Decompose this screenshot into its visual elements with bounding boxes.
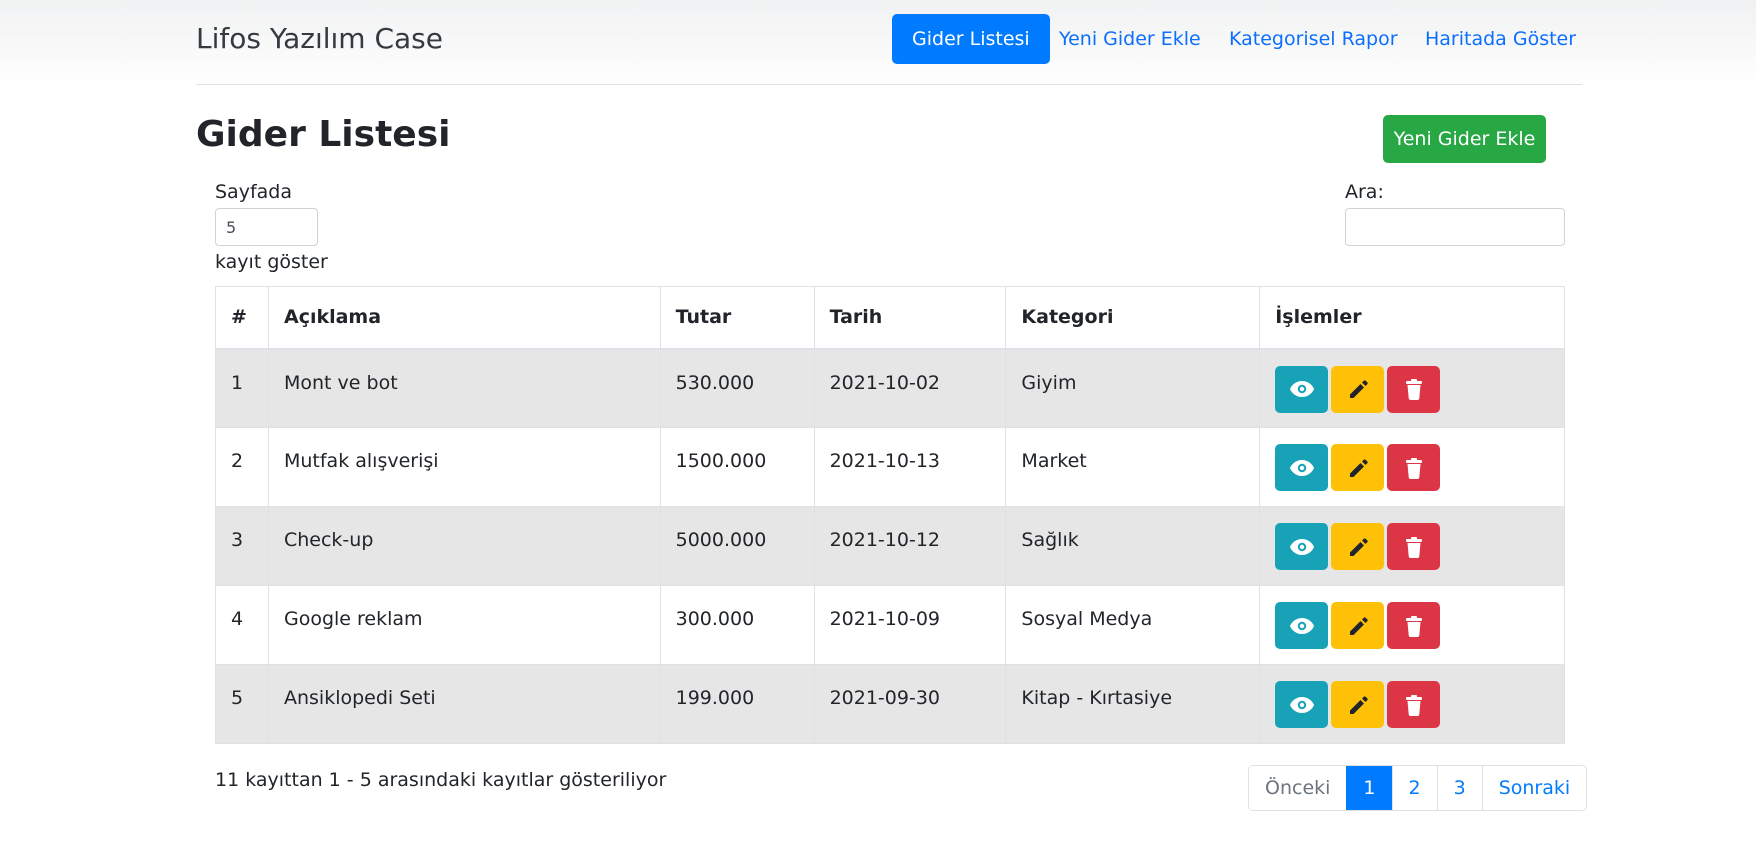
header-date[interactable]: Tarih (813, 286, 1007, 350)
table-body: 1 Mont ve bot 530.000 2021-10-02 Giyim 2 Mutfa… (215, 348, 1565, 744)
cell-description: Mont ve bot (267, 348, 661, 428)
cell-no: 3 (215, 506, 269, 586)
cell-description: Google reklam (267, 585, 661, 665)
pagination: Önceki 1 2 3 Sonraki (1248, 765, 1588, 811)
cell-actions (1259, 427, 1565, 507)
header-no[interactable]: # (215, 286, 269, 350)
delete-button[interactable] (1387, 365, 1441, 413)
table-row: 3 Check-up 5000.000 2021-10-12 Sağlık (215, 506, 1565, 586)
cell-description: Ansiklopedi Seti (267, 664, 661, 744)
table-info: 11 kayıttan 1 - 5 arasındaki kayıtlar gö… (215, 769, 667, 791)
nav-yeni-gider-ekle[interactable]: Yeni Gider Ekle (1039, 14, 1221, 64)
cell-category: Market (1005, 427, 1261, 507)
cell-no: 5 (215, 664, 269, 744)
cell-amount: 199.000 (659, 664, 815, 744)
delete-button[interactable] (1387, 444, 1441, 491)
cell-date: 2021-09-30 (813, 664, 1007, 744)
header-actions: İşlemler (1259, 286, 1565, 350)
cell-category: Sosyal Medya (1005, 585, 1261, 665)
cell-date: 2021-10-13 (813, 427, 1007, 507)
cell-category: Sağlık (1005, 506, 1261, 586)
expense-table: # Açıklama Tutar Tarih Kategori İşlemler… (215, 286, 1565, 744)
edit-button[interactable] (1331, 602, 1385, 649)
search-input[interactable] (1345, 208, 1565, 246)
cell-actions (1259, 348, 1565, 428)
cell-amount: 5000.000 (659, 506, 815, 586)
view-button[interactable] (1275, 523, 1329, 570)
delete-button[interactable] (1387, 681, 1441, 728)
edit-button[interactable] (1331, 523, 1385, 570)
delete-button[interactable] (1387, 523, 1441, 570)
cell-date: 2021-10-12 (813, 506, 1007, 586)
navbar: Lifos Yazılım Case Gider Listesi Yeni Gi… (0, 0, 1756, 84)
edit-button[interactable] (1331, 444, 1385, 491)
cell-actions (1259, 664, 1565, 744)
cell-amount: 530.000 (659, 348, 815, 428)
pagination-previous[interactable]: Önceki (1249, 766, 1347, 810)
cell-amount: 1500.000 (659, 427, 815, 507)
pagination-page-1[interactable]: 1 (1346, 766, 1392, 810)
length-label-after: kayıt göster (215, 251, 328, 273)
cell-no: 1 (215, 348, 269, 428)
view-button[interactable] (1275, 365, 1329, 413)
pagination-page-2[interactable]: 2 (1391, 766, 1437, 810)
edit-button[interactable] (1331, 681, 1385, 728)
add-expense-button[interactable]: Yeni Gider Ekle (1383, 115, 1546, 163)
search-label: Ara: (1345, 181, 1384, 203)
nav-gider-listesi[interactable]: Gider Listesi (892, 14, 1050, 64)
pagination-page-3[interactable]: 3 (1436, 766, 1482, 810)
expense-table-container: # Açıklama Tutar Tarih Kategori İşlemler… (215, 286, 1565, 744)
cell-description: Mutfak alışverişi (267, 427, 661, 507)
cell-date: 2021-10-09 (813, 585, 1007, 665)
header-category[interactable]: Kategori (1005, 286, 1261, 350)
nav-haritada-goster[interactable]: Haritada Göster (1405, 14, 1596, 64)
table-row: 5 Ansiklopedi Seti 199.000 2021-09-30 Kitap … (215, 664, 1565, 744)
cell-actions (1259, 585, 1565, 665)
pagination-next[interactable]: Sonraki (1481, 766, 1587, 810)
table-row: 4 Google reklam 300.000 2021-10-09 Sosyal Me… (215, 585, 1565, 665)
view-button[interactable] (1275, 681, 1329, 728)
header-description[interactable]: Açıklama (267, 286, 661, 350)
cell-no: 2 (215, 427, 269, 507)
header-amount[interactable]: Tutar (659, 286, 815, 350)
cell-date: 2021-10-02 (813, 348, 1007, 428)
page-title: Gider Listesi (196, 114, 451, 155)
cell-actions (1259, 506, 1565, 586)
table-header-row: # Açıklama Tutar Tarih Kategori İşlemler (215, 286, 1565, 350)
nav-kategorisel-rapor[interactable]: Kategorisel Rapor (1209, 14, 1418, 64)
table-row: 2 Mutfak alışverişi 1500.000 2021-10-13 Mark… (215, 427, 1565, 507)
navbar-divider (196, 84, 1582, 85)
cell-no: 4 (215, 585, 269, 665)
table-row: 1 Mont ve bot 530.000 2021-10-02 Giyim (215, 348, 1565, 428)
length-label-before: Sayfada (215, 181, 292, 203)
cell-category: Kitap - Kırtasiye (1005, 664, 1261, 744)
cell-amount: 300.000 (659, 585, 815, 665)
cell-category: Giyim (1005, 348, 1261, 428)
view-button[interactable] (1275, 444, 1329, 491)
page-length-input[interactable] (215, 208, 318, 246)
view-button[interactable] (1275, 602, 1329, 649)
delete-button[interactable] (1387, 602, 1441, 649)
cell-description: Check-up (267, 506, 661, 586)
edit-button[interactable] (1331, 365, 1385, 413)
brand-title[interactable]: Lifos Yazılım Case (196, 22, 443, 55)
